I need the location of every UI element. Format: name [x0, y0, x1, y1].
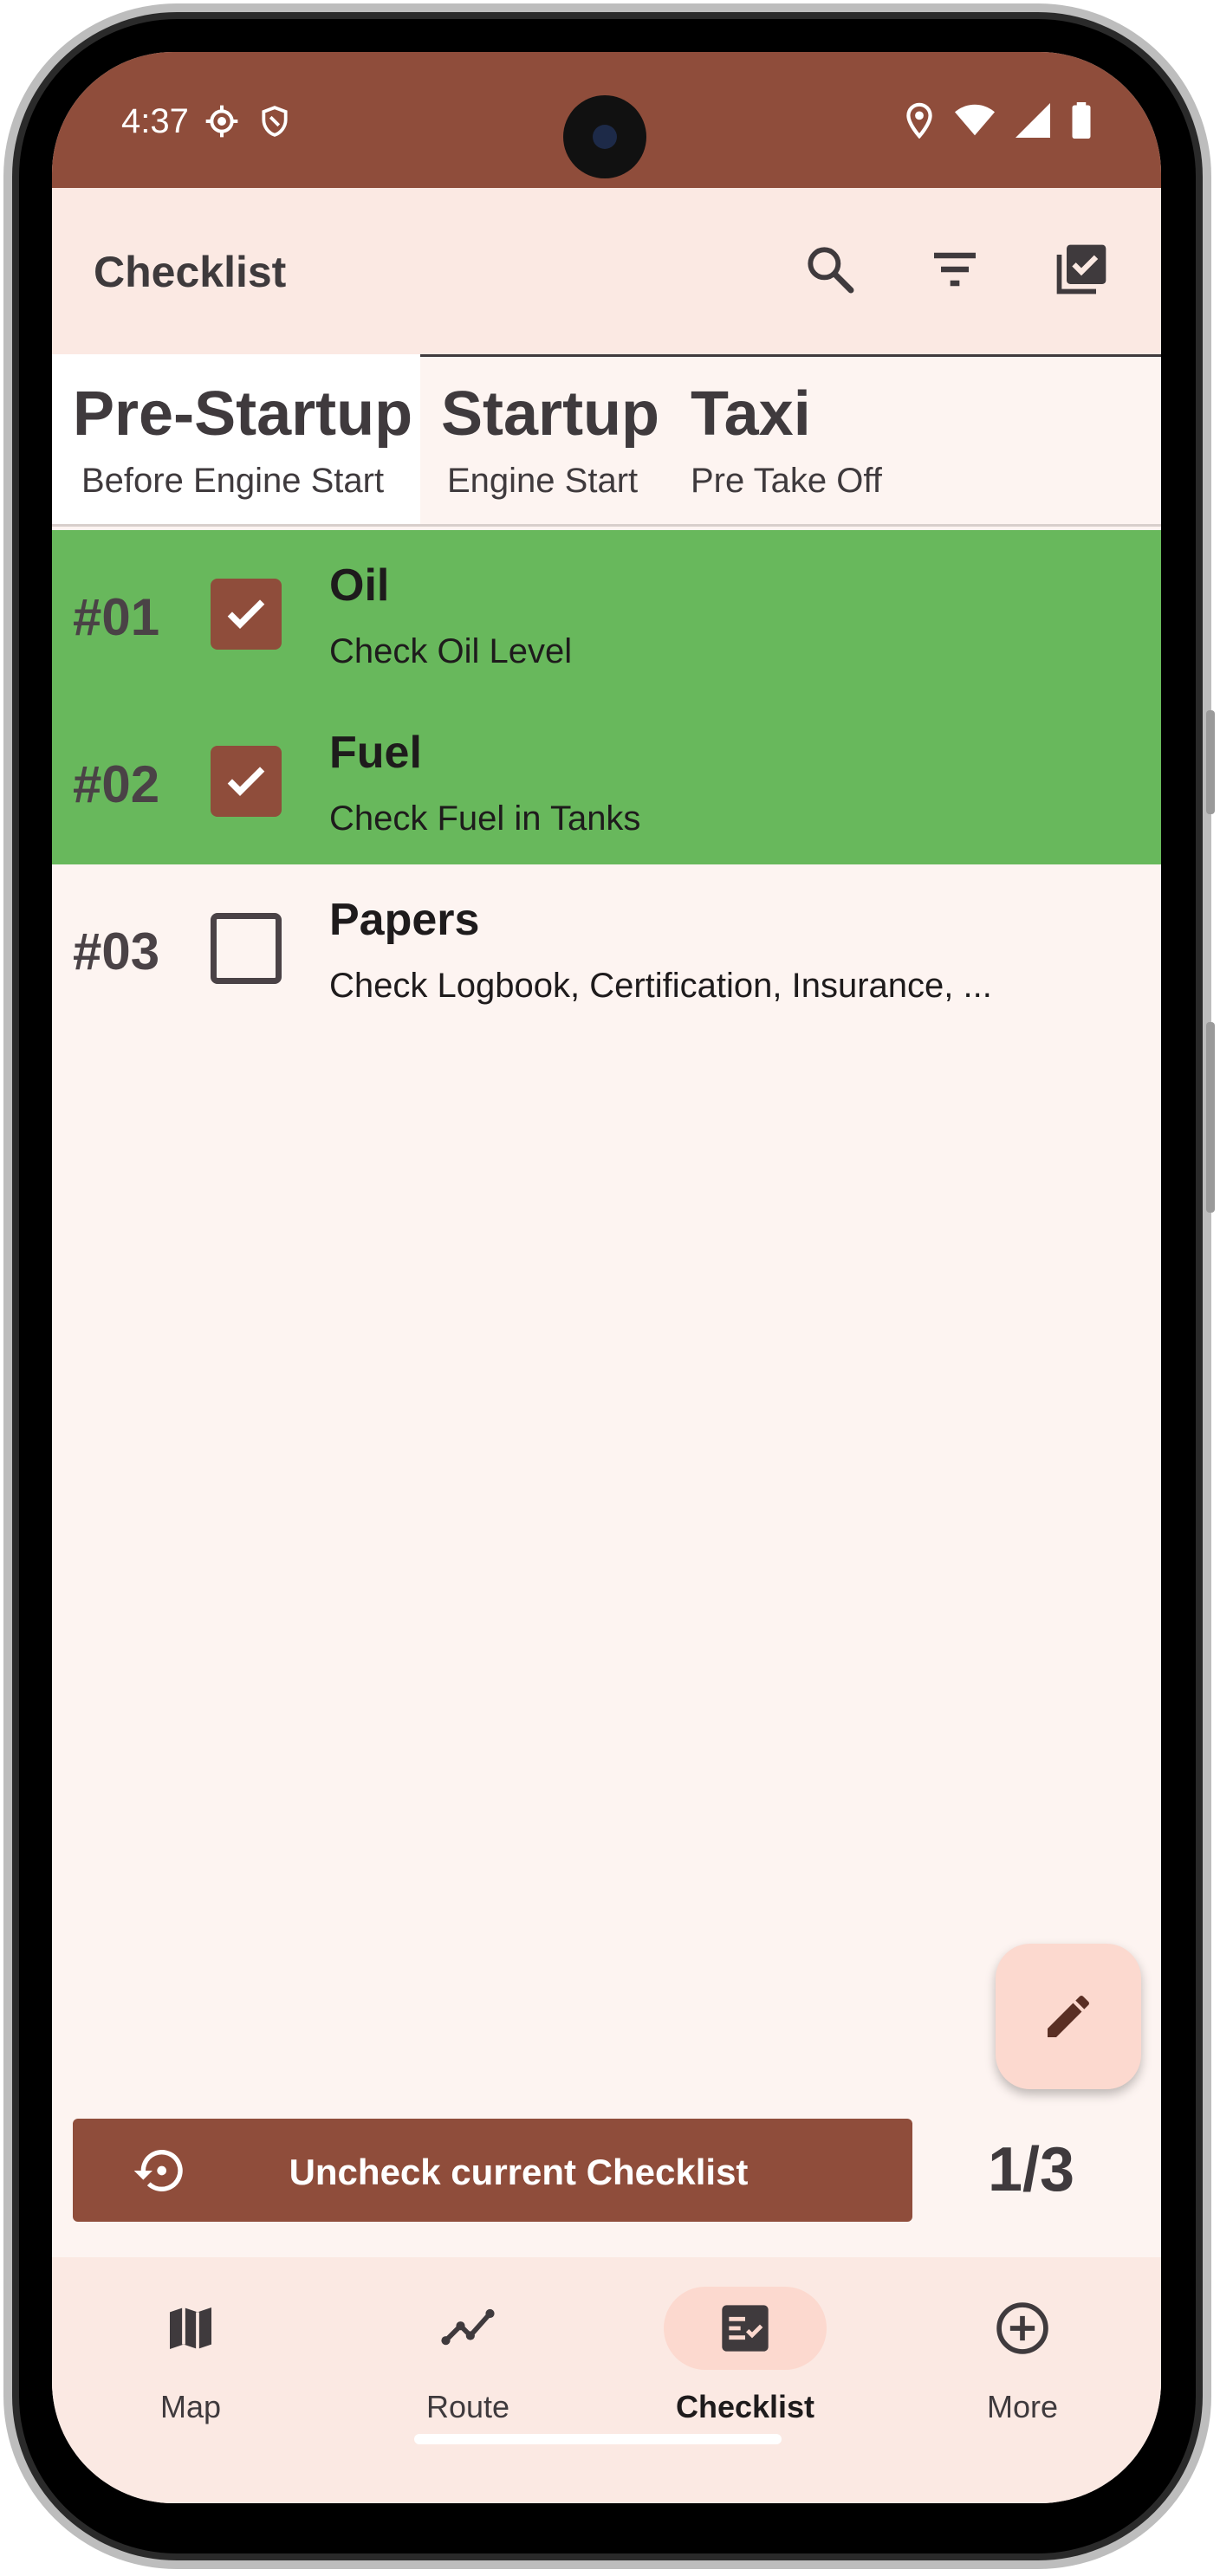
nav-item-route[interactable]: Route: [329, 2257, 607, 2430]
tab-subtitle: Before Engine Start: [81, 462, 385, 500]
uncheck-button-label: Uncheck current Checklist: [289, 2152, 749, 2192]
location-pin-icon: [905, 102, 934, 143]
status-time: 4:37: [121, 102, 189, 140]
shield-icon: [258, 104, 291, 143]
screen: 4:37 Checklist Pre-Startup Before Engine…: [52, 52, 1161, 2503]
list-item[interactable]: #03 Papers Check Logbook, Certification,…: [52, 864, 1161, 1032]
nav-item-checklist[interactable]: Checklist: [607, 2257, 884, 2430]
edit-fab-button[interactable]: [996, 1944, 1141, 2089]
tab-startup[interactable]: Startup Engine Start: [420, 354, 672, 526]
status-bar: 4:37: [52, 52, 1161, 188]
route-icon: [441, 2308, 495, 2346]
tab-pre-startup[interactable]: Pre-Startup Before Engine Start: [52, 354, 420, 526]
signal-icon: [1016, 103, 1050, 142]
wifi-icon: [955, 103, 995, 142]
tab-divider: [420, 354, 1161, 357]
search-icon: [808, 247, 854, 294]
item-title: Papers: [329, 895, 480, 945]
tab-taxi[interactable]: Taxi Pre Take Off: [672, 354, 940, 526]
pencil-icon: [1048, 1995, 1089, 2037]
home-indicator[interactable]: [414, 2434, 782, 2444]
item-number: #01: [73, 588, 160, 646]
nav-label: Route: [425, 2389, 510, 2424]
checklist-icon: [722, 2305, 769, 2352]
select-checklist-button[interactable]: [1045, 233, 1118, 306]
front-camera: [563, 95, 646, 178]
search-button[interactable]: [794, 233, 866, 306]
page-title: Checklist: [94, 248, 287, 296]
battery-icon: [1071, 102, 1092, 143]
item-title: Oil: [329, 560, 390, 611]
add-circle-icon: [996, 2302, 1048, 2354]
map-icon: [170, 2307, 211, 2349]
volume-button: [1206, 710, 1215, 814]
list-item[interactable]: #02 Fuel Check Fuel in Tanks: [52, 697, 1161, 864]
uncheck-checklist-button[interactable]: Uncheck current Checklist: [73, 2119, 912, 2222]
tab-title: Startup: [441, 379, 659, 449]
check-icon: [227, 599, 265, 629]
nav-item-map[interactable]: Map: [52, 2257, 329, 2430]
list-item[interactable]: #01 Oil Check Oil Level: [52, 530, 1161, 697]
item-checkbox[interactable]: [211, 746, 282, 817]
item-description: Check Logbook, Certification, Insurance,…: [329, 967, 992, 1005]
nav-label: More: [986, 2389, 1059, 2424]
power-button: [1206, 1022, 1215, 1213]
item-description: Check Oil Level: [329, 632, 573, 670]
bottom-navigation: Map Route Checklist More: [52, 2257, 1161, 2503]
checklist-list: #01 Oil Check Oil Level #02 Fuel Check F…: [52, 530, 1161, 1032]
tab-subtitle: Pre Take Off: [691, 462, 882, 500]
tab-bar: Pre-Startup Before Engine Start Startup …: [52, 354, 1161, 527]
location-target-icon: [204, 104, 239, 143]
nav-item-more[interactable]: More: [884, 2257, 1161, 2430]
tab-title: Pre-Startup: [73, 379, 413, 449]
app-bar: Checklist: [52, 188, 1161, 354]
filter-button[interactable]: [918, 233, 991, 306]
tab-title: Taxi: [691, 379, 811, 449]
item-number: #03: [73, 922, 160, 981]
item-checkbox[interactable]: [211, 913, 282, 984]
nav-label: Map: [159, 2389, 222, 2424]
check-icon: [227, 767, 265, 796]
filter-icon: [934, 252, 976, 287]
tab-subtitle: Engine Start: [447, 462, 639, 500]
item-checkbox[interactable]: [211, 579, 282, 650]
item-title: Fuel: [329, 728, 422, 778]
item-description: Check Fuel in Tanks: [329, 799, 641, 838]
checklist-counter: 1/3: [988, 2135, 1075, 2204]
checklist-select-icon: [1056, 244, 1106, 294]
tab-bottom-border: [52, 524, 1161, 527]
item-number: #02: [73, 755, 160, 813]
nav-label: Checklist: [675, 2389, 815, 2424]
